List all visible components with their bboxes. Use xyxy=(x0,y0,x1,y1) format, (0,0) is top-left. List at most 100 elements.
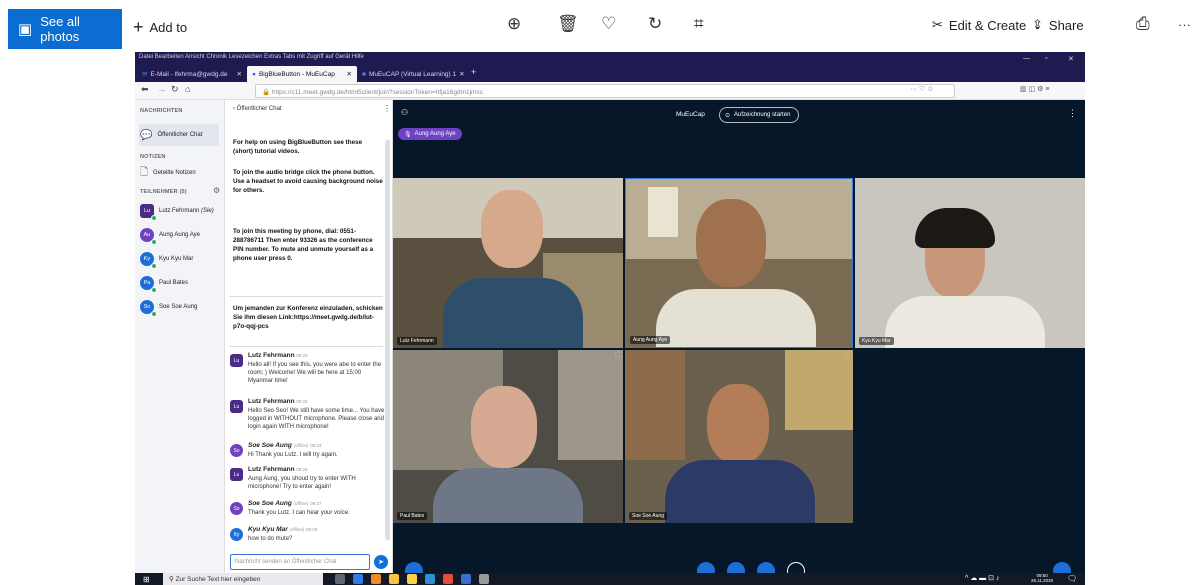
expand-icon[interactable]: ⛶ xyxy=(615,180,620,188)
shirt xyxy=(656,289,816,347)
message-text: how to do mute? xyxy=(248,535,293,542)
tab-mueucap[interactable]: ■ MuEuCAP (Virtual Learning) 1 ✕ xyxy=(357,66,467,82)
crop-icon[interactable]: ⌗ xyxy=(694,14,704,34)
gear-icon[interactable]: ⚙ xyxy=(213,186,220,195)
expand-icon[interactable]: ⛶ xyxy=(845,352,850,360)
reload-icon[interactable]: ↻ xyxy=(171,84,179,95)
users-toggle-icon[interactable]: ⚇ xyxy=(401,108,408,117)
video-tile[interactable]: ⛶ Soe Soe Aung xyxy=(625,350,853,523)
page-actions-icon[interactable]: ··· ♡ ☆ xyxy=(910,85,933,93)
notification-icon[interactable]: 🗨 xyxy=(1067,574,1077,583)
message-author: Lutz Fehrmann xyxy=(248,466,295,473)
edit-create-button[interactable]: ✂ Edit & Create ⌄ xyxy=(932,17,1043,33)
avatar: Pa xyxy=(140,276,157,293)
user-name-text: Lutz Fehrmann xyxy=(159,208,200,214)
avatar: Lu xyxy=(230,400,243,413)
avatar-initials: Pa xyxy=(143,280,151,286)
user-name: Lutz Fehrmann (Sie) xyxy=(159,208,214,214)
chat-welcome-audio: To join the audio bridge click the phone… xyxy=(233,169,383,195)
minimize-icon[interactable]: — xyxy=(1023,55,1030,62)
new-tab-icon[interactable]: + xyxy=(471,67,476,77)
public-chat-row[interactable]: 💬 Öffentlicher Chat xyxy=(140,126,222,144)
user-item[interactable]: Au Aung Aung Aye xyxy=(140,226,222,245)
chat-message-input[interactable]: Nachricht senden an Öffentlicher Chat xyxy=(230,554,370,570)
shirt xyxy=(665,460,815,523)
video-tile[interactable]: ⛶ Paul Bates xyxy=(393,350,623,523)
send-button[interactable]: ➤ xyxy=(374,555,388,569)
user-item[interactable]: Pa Paul Bates xyxy=(140,274,222,293)
message-author: Soe Soe Aung xyxy=(248,500,292,507)
more-button[interactable]: ··· xyxy=(1178,17,1191,32)
clock-date: 26.11.2020 xyxy=(1031,578,1054,584)
delete-icon[interactable]: 🗑 xyxy=(557,14,579,34)
shirt xyxy=(885,296,1045,348)
chat-invite-link: Um jemanden zur Konferenz einzuladen, sc… xyxy=(233,305,383,331)
see-all-photos-button[interactable]: ▣ See all photos xyxy=(8,9,122,49)
chat-scrollbar[interactable] xyxy=(385,140,390,540)
home-icon[interactable]: ⌂ xyxy=(185,84,190,94)
message-author: Lutz Fehrmann xyxy=(248,398,295,405)
back-icon[interactable]: ⬅ xyxy=(141,84,149,95)
firefox-icon[interactable] xyxy=(371,574,381,584)
share-button[interactable]: ⇪ Share xyxy=(1032,17,1084,33)
app-icon[interactable] xyxy=(461,574,471,584)
video-tile[interactable]: ⛶ Aung Aung Aye xyxy=(625,178,853,348)
store-icon[interactable] xyxy=(407,574,417,584)
message-author: Soe Soe Aung xyxy=(248,442,292,449)
shared-notes-item[interactable]: 🗋 Geteilte Notizen xyxy=(140,164,222,182)
system-tray-icons[interactable]: ^ ☁ ▬ ⊡ ♪ xyxy=(965,574,999,582)
window-close-icon[interactable]: ✕ xyxy=(1068,55,1074,63)
chat-header[interactable]: ‹ Öffentlicher Chat ⋮ xyxy=(225,100,393,118)
expand-icon[interactable]: ⛶ xyxy=(1077,180,1082,188)
video-tile[interactable]: ⛶ Lutz Fehrmann xyxy=(393,178,623,348)
app-icon[interactable] xyxy=(479,574,489,584)
app-icon[interactable] xyxy=(443,574,453,584)
shared-notes-label: Geteilte Notizen xyxy=(153,170,196,176)
heart-icon[interactable]: ♡ xyxy=(601,14,616,34)
message-text: Thank you Lutz. I can hear your voice. xyxy=(248,509,350,516)
close-icon[interactable]: ✕ xyxy=(459,70,464,78)
chat-message: So Soe Soe Aung (offline) 09:27 Thank you… xyxy=(230,500,385,517)
zoom-in-icon[interactable]: ⊕ xyxy=(507,14,521,34)
mic-icon xyxy=(151,287,157,293)
record-label: Aufzeichnung starten xyxy=(734,112,791,118)
user-item[interactable]: Lu Lutz Fehrmann (Sie) xyxy=(140,202,222,221)
message-text: Hello all! If you see this, you were abe… xyxy=(248,361,382,384)
expand-icon[interactable]: ⛶ xyxy=(615,352,620,360)
divider xyxy=(229,346,383,347)
calendar xyxy=(648,187,678,237)
tile-label: Lutz Fehrmann xyxy=(397,337,437,345)
rotate-icon[interactable]: ↻ xyxy=(648,14,662,34)
chat-options-icon[interactable]: ⋮ xyxy=(383,104,391,113)
expand-icon[interactable]: ⛶ xyxy=(844,181,849,189)
video-tile[interactable]: ⛶ Kyu Kyu Mar xyxy=(855,178,1085,348)
library-icon[interactable]: ▥ ◫ ⚙ ≡ xyxy=(1020,85,1049,93)
mail-app-icon[interactable] xyxy=(425,574,435,584)
options-icon[interactable]: ⋮ xyxy=(1068,108,1077,119)
talking-indicator: 🎙 Aung Aung Aye xyxy=(398,128,462,140)
close-icon[interactable]: ✕ xyxy=(237,70,242,78)
task-view-icon[interactable] xyxy=(335,574,345,584)
file-explorer-icon[interactable] xyxy=(389,574,399,584)
taskbar-search-input[interactable]: ⚲ Zur Suche Text hier eingeben xyxy=(163,573,323,585)
windows-start-icon[interactable]: ⊞ xyxy=(143,575,150,584)
tab-email[interactable]: ✉ E-Mail - lfehrma@gwdg.de ✕ xyxy=(137,66,247,82)
user-item[interactable]: So Soe Soe Aung xyxy=(140,298,222,317)
edge-icon[interactable] xyxy=(353,574,363,584)
notes-icon: 🗋 xyxy=(140,166,149,178)
record-button[interactable]: ⊙ Aufzeichnung starten xyxy=(719,107,799,123)
avatar: So xyxy=(230,502,243,515)
taskbar-clock[interactable]: 09:50 26.11.2020 xyxy=(1031,573,1053,584)
message-status: (offline) xyxy=(289,527,305,532)
add-to-button[interactable]: + Add to xyxy=(133,17,187,38)
user-item[interactable]: Ky Kyu Kyu Mar xyxy=(140,250,222,269)
forward-icon[interactable]: → xyxy=(157,84,166,94)
close-icon[interactable]: ✕ xyxy=(347,70,352,78)
maximize-icon[interactable]: ▫ xyxy=(1045,55,1047,62)
tab-bigbluebutton[interactable]: ● BigBlueButton - MuEuCap ✕ xyxy=(247,66,357,82)
message-text: Hello Seo Seo! We still have some time..… xyxy=(248,407,385,430)
url-bar[interactable]: 🔒 https://c11.meet.gwdg.de/html5client/j… xyxy=(255,84,955,98)
avatar: Lu xyxy=(140,204,157,221)
message-time: 09:23 xyxy=(310,443,322,448)
print-icon[interactable]: ⎙ xyxy=(1136,14,1150,34)
